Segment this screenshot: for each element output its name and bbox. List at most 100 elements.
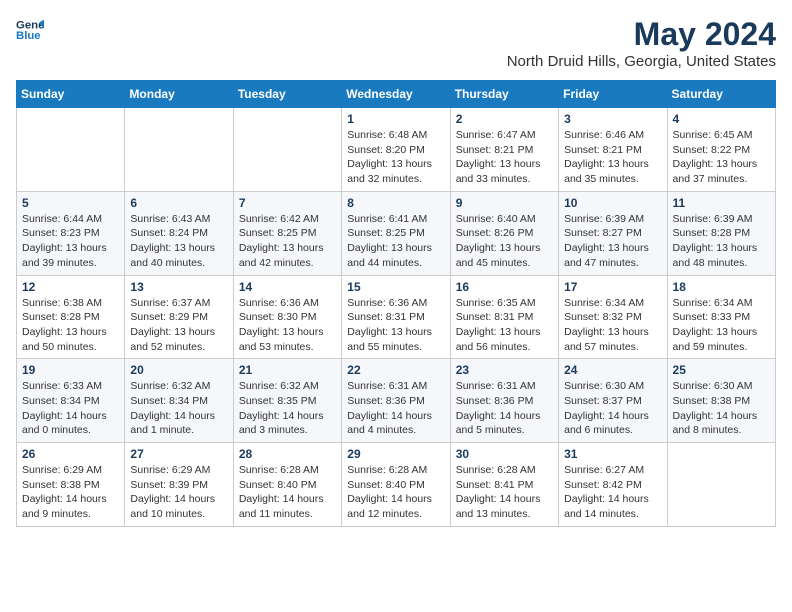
day-cell: 8 Sunrise: 6:41 AM Sunset: 8:25 PM Daylig…	[342, 191, 450, 275]
day-number: 7	[239, 196, 336, 210]
day-number: 11	[673, 196, 770, 210]
day-cell: 21 Sunrise: 6:32 AM Sunset: 8:35 PM Dayli…	[233, 359, 341, 443]
day-number: 9	[456, 196, 553, 210]
day-cell: 26 Sunrise: 6:29 AM Sunset: 8:38 PM Dayli…	[17, 443, 125, 527]
day-number: 19	[22, 363, 119, 377]
day-number: 26	[22, 447, 119, 461]
main-title: May 2024	[507, 16, 776, 53]
day-info: Sunrise: 6:30 AM Sunset: 8:38 PM Dayligh…	[673, 379, 770, 438]
day-info: Sunrise: 6:43 AM Sunset: 8:24 PM Dayligh…	[130, 212, 227, 271]
week-row-4: 19 Sunrise: 6:33 AM Sunset: 8:34 PM Dayli…	[17, 359, 776, 443]
day-info: Sunrise: 6:31 AM Sunset: 8:36 PM Dayligh…	[347, 379, 444, 438]
day-number: 12	[22, 280, 119, 294]
day-number: 22	[347, 363, 444, 377]
day-info: Sunrise: 6:45 AM Sunset: 8:22 PM Dayligh…	[673, 128, 770, 187]
day-info: Sunrise: 6:30 AM Sunset: 8:37 PM Dayligh…	[564, 379, 661, 438]
day-cell: 5Sunrise: 6:44 AM Sunset: 8:23 PM Daylig…	[17, 191, 125, 275]
day-cell	[667, 443, 775, 527]
day-number: 10	[564, 196, 661, 210]
day-cell: 23 Sunrise: 6:31 AM Sunset: 8:36 PM Dayli…	[450, 359, 558, 443]
col-header-friday: Friday	[559, 81, 667, 108]
week-row-2: 5Sunrise: 6:44 AM Sunset: 8:23 PM Daylig…	[17, 191, 776, 275]
day-cell	[233, 108, 341, 192]
day-number: 23	[456, 363, 553, 377]
day-info: Sunrise: 6:39 AM Sunset: 8:28 PM Dayligh…	[673, 212, 770, 271]
day-cell: 14 Sunrise: 6:36 AM Sunset: 8:30 PM Dayli…	[233, 275, 341, 359]
day-cell: 12 Sunrise: 6:38 AM Sunset: 8:28 PM Dayli…	[17, 275, 125, 359]
day-info: Sunrise: 6:29 AM Sunset: 8:39 PM Dayligh…	[130, 463, 227, 522]
day-info: Sunrise: 6:31 AM Sunset: 8:36 PM Dayligh…	[456, 379, 553, 438]
calendar: SundayMondayTuesdayWednesdayThursdayFrid…	[16, 80, 776, 527]
svg-text:Blue: Blue	[16, 30, 41, 42]
day-cell: 27Sunrise: 6:29 AM Sunset: 8:39 PM Dayli…	[125, 443, 233, 527]
day-cell: 17 Sunrise: 6:34 AM Sunset: 8:32 PM Dayli…	[559, 275, 667, 359]
header: General Blue May 2024 North Druid Hills,…	[16, 16, 776, 70]
day-info: Sunrise: 6:35 AM Sunset: 8:31 PM Dayligh…	[456, 296, 553, 355]
day-cell: 18Sunrise: 6:34 AM Sunset: 8:33 PM Dayli…	[667, 275, 775, 359]
col-header-sunday: Sunday	[17, 81, 125, 108]
day-info: Sunrise: 6:36 AM Sunset: 8:31 PM Dayligh…	[347, 296, 444, 355]
day-number: 6	[130, 196, 227, 210]
day-info: Sunrise: 6:46 AM Sunset: 8:21 PM Dayligh…	[564, 128, 661, 187]
day-number: 21	[239, 363, 336, 377]
day-cell: 29Sunrise: 6:28 AM Sunset: 8:40 PM Dayli…	[342, 443, 450, 527]
day-cell: 25 Sunrise: 6:30 AM Sunset: 8:38 PM Dayli…	[667, 359, 775, 443]
col-header-saturday: Saturday	[667, 81, 775, 108]
day-number: 17	[564, 280, 661, 294]
title-block: May 2024 North Druid Hills, Georgia, Uni…	[507, 16, 776, 70]
logo: General Blue	[16, 16, 44, 44]
day-number: 8	[347, 196, 444, 210]
day-cell: 2Sunrise: 6:47 AM Sunset: 8:21 PM Daylig…	[450, 108, 558, 192]
day-info: Sunrise: 6:48 AM Sunset: 8:20 PM Dayligh…	[347, 128, 444, 187]
day-info: Sunrise: 6:32 AM Sunset: 8:35 PM Dayligh…	[239, 379, 336, 438]
day-number: 14	[239, 280, 336, 294]
day-number: 16	[456, 280, 553, 294]
day-info: Sunrise: 6:42 AM Sunset: 8:25 PM Dayligh…	[239, 212, 336, 271]
day-cell	[17, 108, 125, 192]
day-cell: 4 Sunrise: 6:45 AM Sunset: 8:22 PM Daylig…	[667, 108, 775, 192]
day-info: Sunrise: 6:40 AM Sunset: 8:26 PM Dayligh…	[456, 212, 553, 271]
logo-icon: General Blue	[16, 16, 44, 44]
day-cell: 6 Sunrise: 6:43 AM Sunset: 8:24 PM Daylig…	[125, 191, 233, 275]
day-info: Sunrise: 6:29 AM Sunset: 8:38 PM Dayligh…	[22, 463, 119, 522]
day-info: Sunrise: 6:38 AM Sunset: 8:28 PM Dayligh…	[22, 296, 119, 355]
day-info: Sunrise: 6:41 AM Sunset: 8:25 PM Dayligh…	[347, 212, 444, 271]
day-cell: 22 Sunrise: 6:31 AM Sunset: 8:36 PM Dayli…	[342, 359, 450, 443]
day-cell: 19 Sunrise: 6:33 AM Sunset: 8:34 PM Dayli…	[17, 359, 125, 443]
day-number: 3	[564, 112, 661, 126]
day-cell: 9 Sunrise: 6:40 AM Sunset: 8:26 PM Daylig…	[450, 191, 558, 275]
day-number: 4	[673, 112, 770, 126]
day-number: 13	[130, 280, 227, 294]
day-cell: 11 Sunrise: 6:39 AM Sunset: 8:28 PM Dayli…	[667, 191, 775, 275]
day-cell: 10 Sunrise: 6:39 AM Sunset: 8:27 PM Dayli…	[559, 191, 667, 275]
subtitle: North Druid Hills, Georgia, United State…	[507, 53, 776, 70]
day-number: 31	[564, 447, 661, 461]
day-number: 25	[673, 363, 770, 377]
day-cell: 24 Sunrise: 6:30 AM Sunset: 8:37 PM Dayli…	[559, 359, 667, 443]
day-info: Sunrise: 6:47 AM Sunset: 8:21 PM Dayligh…	[456, 128, 553, 187]
day-info: Sunrise: 6:36 AM Sunset: 8:30 PM Dayligh…	[239, 296, 336, 355]
day-info: Sunrise: 6:33 AM Sunset: 8:34 PM Dayligh…	[22, 379, 119, 438]
col-header-thursday: Thursday	[450, 81, 558, 108]
day-cell: 31 Sunrise: 6:27 AM Sunset: 8:42 PM Dayli…	[559, 443, 667, 527]
col-header-monday: Monday	[125, 81, 233, 108]
day-cell: 20Sunrise: 6:32 AM Sunset: 8:34 PM Dayli…	[125, 359, 233, 443]
week-row-3: 12 Sunrise: 6:38 AM Sunset: 8:28 PM Dayli…	[17, 275, 776, 359]
day-cell: 30 Sunrise: 6:28 AM Sunset: 8:41 PM Dayli…	[450, 443, 558, 527]
day-cell: 15 Sunrise: 6:36 AM Sunset: 8:31 PM Dayli…	[342, 275, 450, 359]
day-number: 30	[456, 447, 553, 461]
day-number: 28	[239, 447, 336, 461]
day-info: Sunrise: 6:39 AM Sunset: 8:27 PM Dayligh…	[564, 212, 661, 271]
week-row-5: 26 Sunrise: 6:29 AM Sunset: 8:38 PM Dayli…	[17, 443, 776, 527]
calendar-header-row: SundayMondayTuesdayWednesdayThursdayFrid…	[17, 81, 776, 108]
week-row-1: 1Sunrise: 6:48 AM Sunset: 8:20 PM Daylig…	[17, 108, 776, 192]
day-cell: 7 Sunrise: 6:42 AM Sunset: 8:25 PM Daylig…	[233, 191, 341, 275]
day-number: 15	[347, 280, 444, 294]
day-info: Sunrise: 6:27 AM Sunset: 8:42 PM Dayligh…	[564, 463, 661, 522]
day-info: Sunrise: 6:34 AM Sunset: 8:32 PM Dayligh…	[564, 296, 661, 355]
day-info: Sunrise: 6:28 AM Sunset: 8:40 PM Dayligh…	[347, 463, 444, 522]
day-info: Sunrise: 6:28 AM Sunset: 8:41 PM Dayligh…	[456, 463, 553, 522]
day-cell	[125, 108, 233, 192]
day-number: 5	[22, 196, 119, 210]
day-number: 24	[564, 363, 661, 377]
